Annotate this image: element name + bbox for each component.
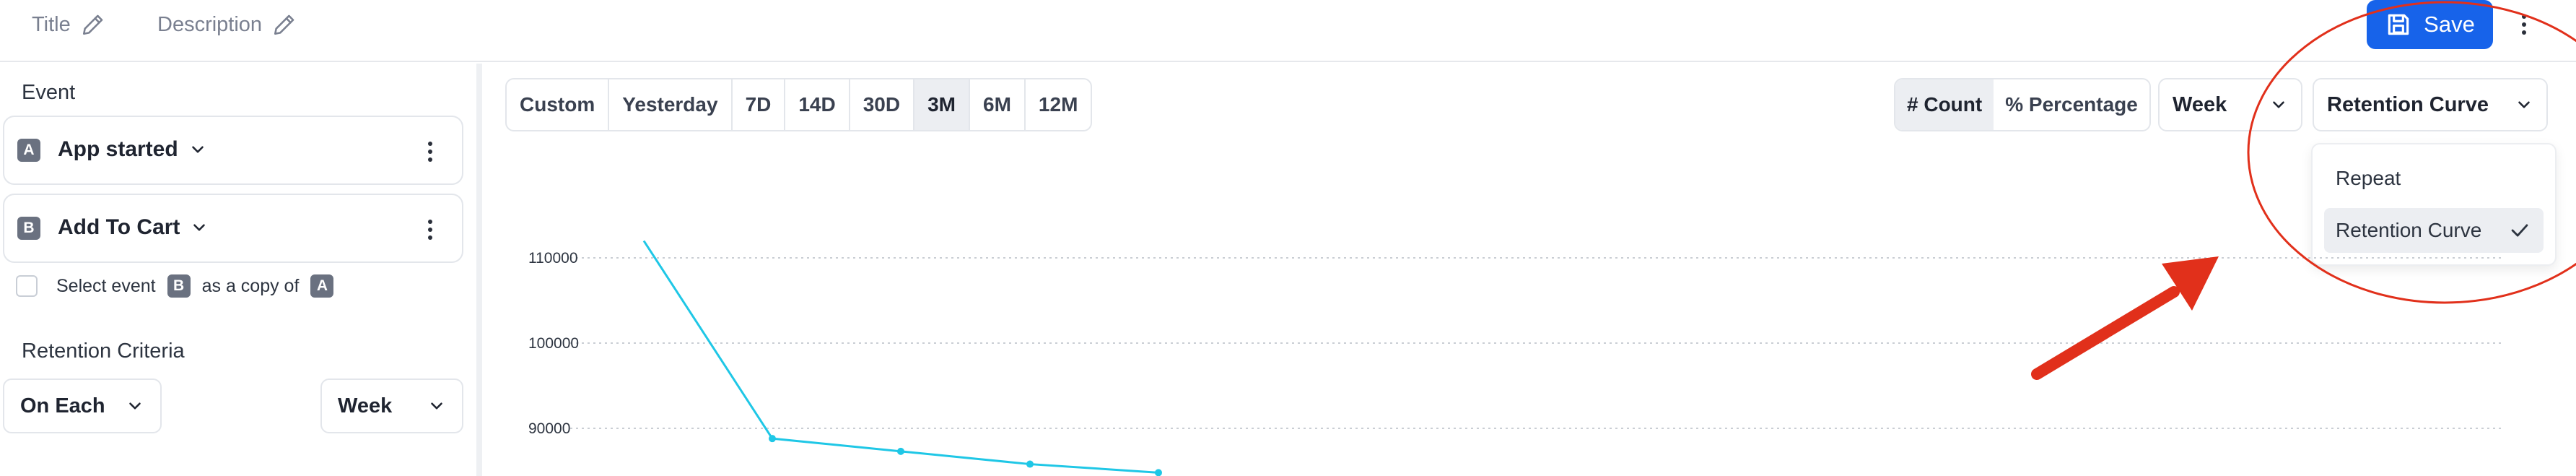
data-point[interactable] — [1026, 460, 1034, 468]
event-card-b[interactable]: B Add To Cart — [3, 194, 463, 263]
mode-count[interactable]: # Count — [1895, 79, 1994, 130]
chevron-down-icon — [2518, 101, 2530, 108]
range-custom[interactable]: Custom — [507, 79, 610, 130]
pencil-icon[interactable] — [81, 12, 105, 37]
copy-badge-a: A — [310, 274, 334, 298]
series-line — [642, 240, 1159, 474]
retention-chart: 110000 100000 90000 — [528, 240, 2505, 476]
event-options-icon[interactable] — [426, 215, 435, 244]
save-button[interactable]: Save — [2367, 0, 2493, 49]
top-bar: Title Description Save — [0, 0, 2576, 62]
copy-event-row: Select event B as a copy of A — [16, 274, 334, 298]
chevron-down-icon — [2273, 101, 2284, 108]
mode-percentage[interactable]: % Percentage — [1994, 79, 2149, 130]
y-tick-label: 90000 — [528, 420, 570, 437]
chart-type-value: Retention Curve — [2327, 92, 2489, 116]
chevron-down-icon — [129, 402, 141, 410]
copy-badge-b: B — [167, 274, 191, 298]
retention-criteria-heading: Retention Criteria — [22, 339, 185, 363]
event-name: Add To Cart — [58, 215, 180, 239]
event-name: App started — [58, 137, 178, 161]
y-tick-label: 110000 — [528, 250, 578, 267]
event-card-a[interactable]: A App started — [3, 116, 463, 185]
criteria-select[interactable]: On Each — [3, 378, 162, 433]
data-point[interactable] — [897, 447, 904, 455]
event-badge: B — [17, 217, 40, 240]
chevron-down-icon — [431, 402, 442, 410]
pencil-icon[interactable] — [272, 12, 297, 37]
date-range-group: Custom Yesterday 7D 14D 30D 3M 6M 12M — [505, 78, 1093, 131]
criteria-period-select[interactable]: Week — [320, 378, 463, 433]
range-14d[interactable]: 14D — [785, 79, 850, 130]
data-point[interactable] — [769, 435, 776, 443]
range-30d[interactable]: 30D — [850, 79, 915, 130]
event-name-dropdown[interactable]: App started — [58, 137, 207, 162]
range-yesterday[interactable]: Yesterday — [609, 79, 733, 130]
range-7d[interactable]: 7D — [733, 79, 786, 130]
chevron-down-icon — [193, 224, 206, 231]
data-point[interactable] — [1155, 469, 1162, 476]
y-tick-label: 100000 — [528, 335, 579, 352]
event-name-dropdown[interactable]: Add To Cart — [58, 215, 209, 240]
title-label: Title — [32, 12, 71, 36]
copy-event-checkbox[interactable] — [16, 275, 38, 297]
chevron-down-icon — [191, 146, 204, 153]
description-label: Description — [157, 12, 263, 36]
copy-row-middle: as a copy of — [201, 275, 300, 296]
event-options-icon[interactable] — [426, 137, 435, 166]
range-12m[interactable]: 12M — [1026, 79, 1091, 130]
count-mode-toggle: # Count % Percentage — [1894, 78, 2151, 131]
event-badge: A — [17, 139, 40, 162]
save-label: Save — [2424, 12, 2475, 37]
range-6m[interactable]: 6M — [970, 79, 1026, 130]
save-icon — [2388, 14, 2409, 35]
criteria-select-value: On Each — [20, 394, 105, 417]
more-options-icon[interactable] — [2512, 9, 2536, 40]
description-field[interactable]: Description — [157, 10, 297, 39]
sidebar-divider — [476, 64, 482, 476]
criteria-period-value: Week — [338, 394, 393, 417]
chart-type-select[interactable]: Retention Curve — [2313, 78, 2548, 131]
period-select[interactable]: Week — [2158, 78, 2302, 131]
event-heading: Event — [22, 81, 76, 104]
copy-row-prefix: Select event — [56, 275, 156, 296]
title-field[interactable]: Title — [32, 10, 105, 39]
period-select-value: Week — [2173, 92, 2227, 116]
range-3m[interactable]: 3M — [914, 79, 971, 130]
sidebar: Event A App started B Add To Cart Select… — [0, 64, 476, 476]
